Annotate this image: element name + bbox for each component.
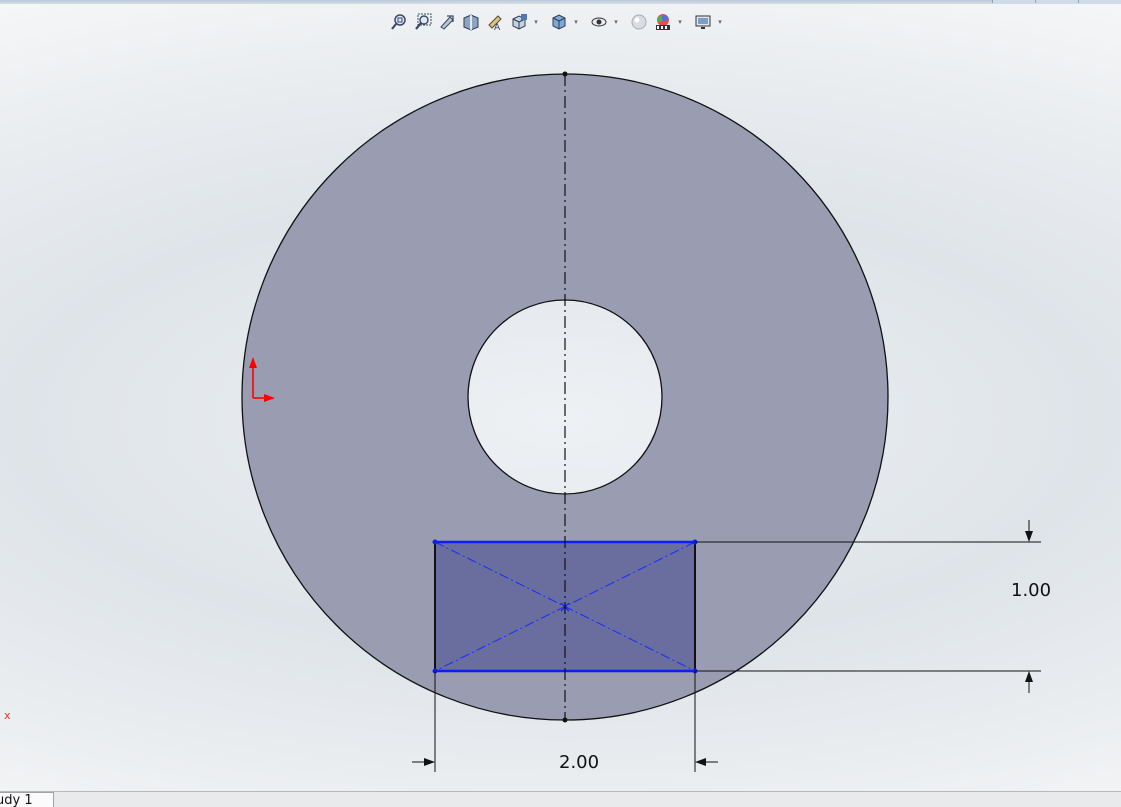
- centerline-bottom-point[interactable]: [562, 717, 568, 723]
- heads-up-view-toolbar: A ▾ ▾ ▾ ▾ ▾: [388, 9, 730, 35]
- display-style-icon[interactable]: [548, 11, 570, 33]
- dynamic-annotation-views-icon[interactable]: A: [484, 11, 506, 33]
- height-dimension-value[interactable]: 1.00: [1011, 580, 1051, 601]
- tab-study[interactable]: udy 1: [0, 792, 54, 807]
- section-view-icon[interactable]: [460, 11, 482, 33]
- zoom-to-area-icon[interactable]: [412, 11, 434, 33]
- hide-show-items-icon[interactable]: [588, 11, 610, 33]
- zoom-to-fit-icon[interactable]: [388, 11, 410, 33]
- coordinate-marker: x: [4, 709, 11, 722]
- width-dimension-value[interactable]: 2.00: [559, 752, 599, 773]
- apply-scene-icon[interactable]: [652, 11, 674, 33]
- previous-view-icon[interactable]: [436, 11, 458, 33]
- centerline-top-point[interactable]: [562, 71, 568, 77]
- graphics-viewport[interactable]: 1.00 2.00: [0, 0, 1121, 806]
- hide-show-items-dropdown[interactable]: ▾: [612, 18, 620, 26]
- bottom-tab-bar: udy 1: [0, 791, 1121, 807]
- view-orientation-dropdown[interactable]: ▾: [532, 18, 540, 26]
- edit-appearance-icon[interactable]: [628, 11, 650, 33]
- display-style-dropdown[interactable]: ▾: [572, 18, 580, 26]
- view-settings-icon[interactable]: [692, 11, 714, 33]
- svg-text:A: A: [494, 23, 501, 31]
- apply-scene-dropdown[interactable]: ▾: [676, 18, 684, 26]
- view-orientation-icon[interactable]: [508, 11, 530, 33]
- view-settings-dropdown[interactable]: ▾: [716, 18, 724, 26]
